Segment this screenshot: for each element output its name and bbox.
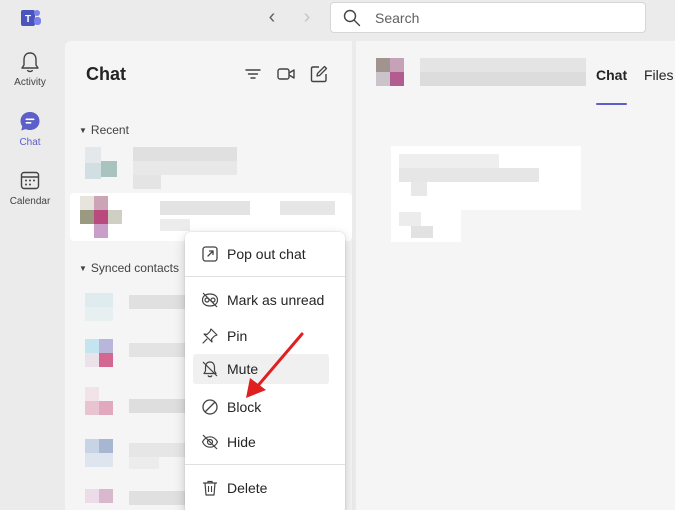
menu-item-hide[interactable]: Hide xyxy=(185,427,345,457)
new-chat-icon[interactable] xyxy=(309,64,329,84)
contact-item[interactable] xyxy=(65,485,185,510)
pop-out-icon xyxy=(202,246,218,262)
section-synced-label: Synced contacts xyxy=(90,261,179,275)
menu-item-delete[interactable]: Delete xyxy=(185,473,345,503)
conversation-pane: Chat Files xyxy=(356,41,675,510)
contact-item[interactable] xyxy=(65,435,185,475)
trash-icon xyxy=(202,480,218,496)
bell-icon xyxy=(21,52,39,73)
section-recent[interactable]: ▼ Recent xyxy=(79,123,129,137)
bell-off-icon xyxy=(202,361,218,378)
contact-item[interactable] xyxy=(65,383,185,423)
app-rail: Activity Chat Calendar xyxy=(0,40,64,510)
tab-files[interactable]: Files xyxy=(644,67,674,83)
menu-divider xyxy=(185,464,345,465)
rail-label-activity: Activity xyxy=(14,77,46,88)
annotation-arrow-icon xyxy=(246,332,304,398)
menu-label: Pop out chat xyxy=(227,246,306,262)
teams-logo-icon: T xyxy=(21,10,41,26)
eye-off-icon xyxy=(201,434,219,450)
rail-label-calendar: Calendar xyxy=(9,196,51,207)
pane-title: Chat xyxy=(86,64,126,84)
section-synced[interactable]: ▼ Synced contacts xyxy=(79,261,179,275)
svg-text:T: T xyxy=(25,14,31,25)
video-call-icon[interactable] xyxy=(276,64,296,84)
rail-item-calendar[interactable]: Calendar xyxy=(0,169,60,207)
rail-item-activity[interactable]: Activity xyxy=(0,50,60,88)
menu-item-pop-out-chat[interactable]: Pop out chat xyxy=(185,239,345,269)
caret-down-icon: ▼ xyxy=(79,264,87,273)
search-input[interactable]: Search xyxy=(330,2,646,33)
calendar-icon xyxy=(20,171,40,190)
tab-chat[interactable]: Chat xyxy=(596,67,627,83)
block-icon xyxy=(202,399,218,415)
search-icon xyxy=(343,9,361,27)
menu-item-mark-as-unread[interactable]: Mark as unread xyxy=(185,285,345,315)
menu-divider xyxy=(185,276,345,277)
active-tab-indicator xyxy=(596,103,627,105)
menu-label: Mark as unread xyxy=(227,292,325,308)
filter-icon[interactable] xyxy=(243,64,263,84)
chat-icon xyxy=(20,112,40,131)
caret-down-icon: ▼ xyxy=(79,126,87,135)
unread-icon xyxy=(201,292,219,308)
contact-item[interactable] xyxy=(65,335,185,375)
pin-icon xyxy=(202,328,218,344)
menu-label: Delete xyxy=(227,480,268,496)
message-bubble xyxy=(391,146,581,210)
chat-item[interactable] xyxy=(65,143,352,191)
section-recent-label: Recent xyxy=(90,123,129,137)
rail-item-chat[interactable]: Chat xyxy=(0,110,60,148)
forward-button[interactable]: › xyxy=(297,6,317,28)
title-bar: T ‹ › Search xyxy=(0,0,675,40)
message-bubble xyxy=(391,208,461,242)
rail-label-chat: Chat xyxy=(19,137,41,148)
back-button[interactable]: ‹ xyxy=(262,6,282,28)
search-placeholder: Search xyxy=(375,10,420,26)
menu-label: Hide xyxy=(227,434,256,450)
contact-item[interactable] xyxy=(65,285,185,325)
